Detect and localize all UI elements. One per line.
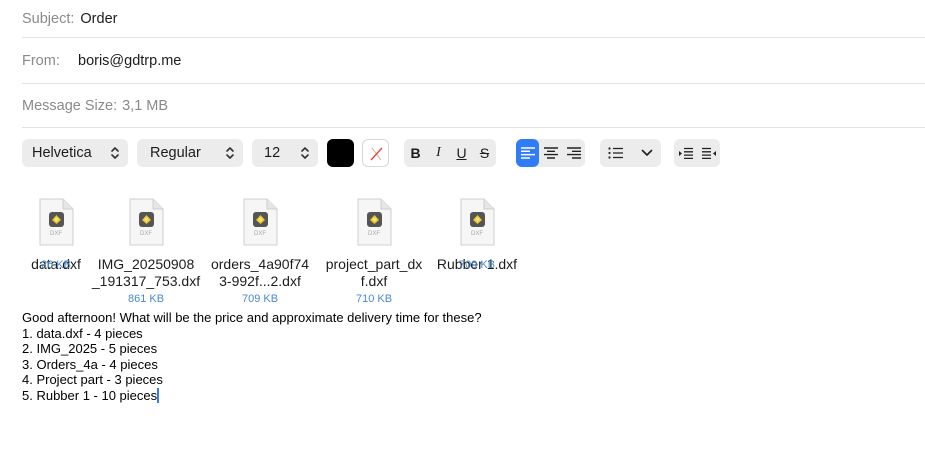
no-color-icon [370,147,383,161]
subject-field[interactable]: Order [80,11,117,27]
message-size-label: Message Size: [22,97,118,114]
message-size-value: 3,1 MB [122,97,169,114]
font-size-value: 12 [264,145,281,161]
strikethrough-button[interactable]: S [473,139,496,167]
attachment-item[interactable]: DXF project_part_dx f.dxf 710 KB [314,198,434,306]
italic-button[interactable]: I [427,139,450,167]
dxf-file-icon: DXF [356,198,392,246]
chevron-updown-icon [226,147,234,159]
font-style-value: Regular [150,145,201,161]
attachment-size: 709 KB [241,293,279,305]
attachment-item[interactable]: DXF IMG_20250908 _191317_753.dxf 861 KB [86,198,206,306]
font-family-value: Helvetica [32,145,92,161]
attachment-list: DXF data.dxf 26 KB DXF IMG_20250908 _1913… [0,198,925,308]
from-row[interactable]: From: boris@gdtrp.me [22,38,925,84]
body-line: 3. Orders_4a - 4 pieces [22,356,158,372]
font-style-select[interactable]: Regular [137,139,243,167]
bullet-list-button[interactable] [600,139,632,167]
from-field[interactable]: boris@gdtrp.me [78,53,181,69]
underline-button[interactable]: U [450,139,473,167]
list-style-dropdown[interactable] [632,139,661,167]
chevron-updown-icon [111,147,119,159]
body-line: Good afternoon! What will be the price a… [22,310,482,325]
text-style-group: B I U S [404,139,496,167]
attachment-size: 710 KB [355,293,393,305]
align-center-icon [543,147,558,159]
attachment-item[interactable]: DXF orders_4a90f74 3-992f...2.dxf 709 KB [200,198,320,306]
message-body[interactable]: Good afternoon! What will be the price a… [22,310,482,404]
attachment-name: orders_4a90f74 3-992f...2.dxf [210,256,310,289]
increase-indent-button[interactable] [674,139,697,167]
subject-label: Subject: [22,10,75,27]
attachment-item[interactable]: DXF Rubber 1.dxf 709 KB [417,198,537,272]
indent-group [674,139,720,167]
attachment-name: IMG_20250908 _191317_753.dxf [91,256,201,289]
body-line-last: 5. Rubber 1 - 10 pieces [22,387,159,403]
align-left-button[interactable] [516,139,539,167]
subject-row[interactable]: Subject: Order [22,0,925,38]
align-right-icon [566,147,581,159]
decrease-indent-button[interactable] [697,139,720,167]
dxf-file-icon: DXF [242,198,278,246]
text-color-button[interactable] [327,139,354,167]
dxf-file-icon: DXF [128,198,164,246]
align-left-icon [520,147,535,159]
align-center-button[interactable] [539,139,562,167]
from-label: From: [22,52,60,69]
increase-indent-icon [678,147,693,159]
attachment-size: 861 KB [127,293,165,305]
text-cursor [157,387,159,403]
background-color-button[interactable] [362,139,389,167]
list-style-select[interactable] [600,139,661,167]
align-right-button[interactable] [562,139,585,167]
attachment-name: project_part_dx f.dxf [325,256,423,289]
chevron-down-icon [641,149,652,156]
bold-button[interactable]: B [404,139,427,167]
alignment-group [516,139,585,167]
font-size-select[interactable]: 12 [252,139,318,167]
attachment-size: 709 KB [458,259,496,271]
dxf-file-icon: DXF [38,198,74,246]
font-family-select[interactable]: Helvetica [22,139,128,167]
body-line: 4. Project part - 3 pieces [22,372,163,388]
body-line: 1. data.dxf - 4 pieces [22,325,143,341]
message-size-row: Message Size: 3,1 MB [22,84,925,128]
chevron-updown-icon [301,147,309,159]
decrease-indent-icon [701,147,716,159]
dxf-file-icon: DXF [459,198,495,246]
body-line: 2. IMG_2025 - 5 pieces [22,341,158,357]
bullet-list-icon [608,147,623,159]
